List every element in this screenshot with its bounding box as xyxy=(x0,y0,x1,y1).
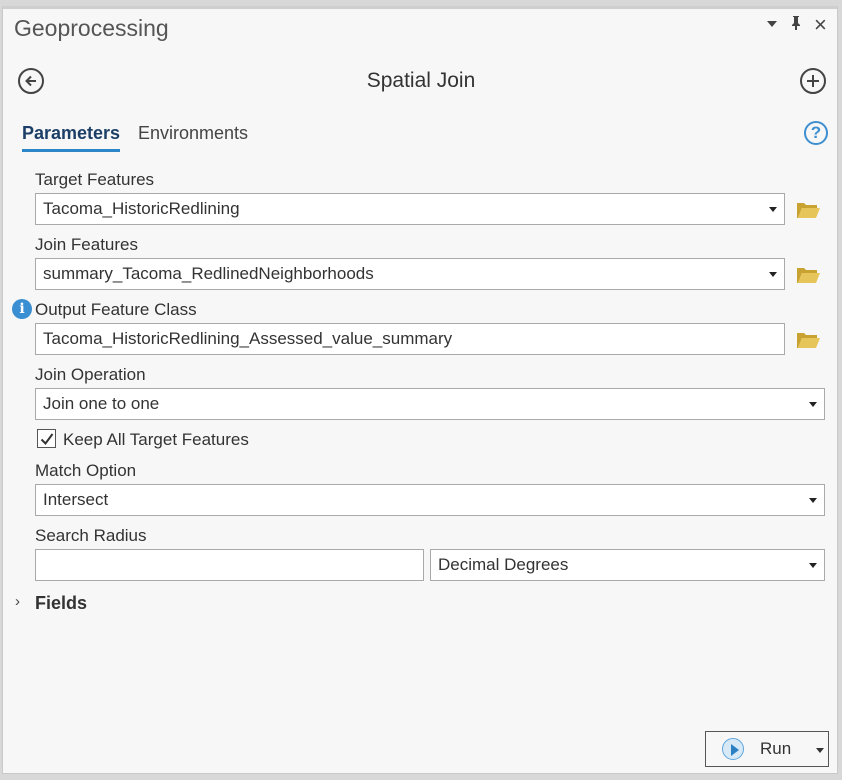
keep-all-target-features-checkbox[interactable] xyxy=(37,429,56,448)
search-radius-input[interactable] xyxy=(35,549,424,581)
folder-icon[interactable] xyxy=(796,200,821,220)
chevron-right-icon[interactable]: › xyxy=(15,593,20,610)
pane-title: Geoprocessing xyxy=(14,15,169,41)
join-operation-select[interactable]: Join one to one xyxy=(35,388,825,420)
join-features-label: Join Features xyxy=(35,235,138,254)
folder-icon[interactable] xyxy=(796,265,821,285)
close-icon[interactable]: × xyxy=(814,12,827,38)
match-option-label: Match Option xyxy=(35,461,137,480)
output-feature-class-value: Tacoma_HistoricRedlining_Assessed_value_… xyxy=(43,329,453,348)
pin-icon[interactable] xyxy=(790,15,802,35)
target-features-label: Target Features xyxy=(35,170,155,189)
search-radius-label: Search Radius xyxy=(35,526,147,545)
target-features-select[interactable]: Tacoma_HistoricRedlining xyxy=(35,193,785,225)
add-icon[interactable] xyxy=(800,68,826,94)
target-features-value: Tacoma_HistoricRedlining xyxy=(43,199,240,218)
join-operation-label: Join Operation xyxy=(35,365,146,384)
run-icon xyxy=(722,738,744,760)
search-radius-unit-value: Decimal Degrees xyxy=(438,555,569,574)
info-icon[interactable]: i xyxy=(12,299,32,319)
join-features-value: summary_Tacoma_RedlinedNeighborhoods xyxy=(43,264,374,283)
match-option-value: Intersect xyxy=(43,490,109,509)
run-dropdown-icon[interactable] xyxy=(816,748,824,753)
checkmark-icon xyxy=(40,433,54,446)
chevron-down-icon xyxy=(769,272,777,277)
keep-all-target-features-label: Keep All Target Features xyxy=(63,430,249,449)
pane-menu-icon[interactable] xyxy=(767,21,777,27)
tab-environments[interactable]: Environments xyxy=(138,123,248,144)
tab-parameters[interactable]: Parameters xyxy=(22,123,121,152)
chevron-down-icon xyxy=(809,402,817,407)
run-button[interactable]: Run xyxy=(705,731,829,767)
join-operation-value: Join one to one xyxy=(43,394,160,413)
run-label: Run xyxy=(760,739,792,758)
join-features-select[interactable]: summary_Tacoma_RedlinedNeighborhoods xyxy=(35,258,785,290)
chevron-down-icon xyxy=(809,498,817,503)
help-icon[interactable]: ? xyxy=(804,121,828,145)
fields-section-toggle[interactable]: Fields xyxy=(35,593,87,614)
output-feature-class-input[interactable]: Tacoma_HistoricRedlining_Assessed_value_… xyxy=(35,323,785,355)
search-radius-unit-select[interactable]: Decimal Degrees xyxy=(430,549,825,581)
folder-icon[interactable] xyxy=(796,330,821,350)
chevron-down-icon xyxy=(809,563,817,568)
chevron-down-icon xyxy=(769,207,777,212)
tool-title: Spatial Join xyxy=(366,69,476,92)
geoprocessing-pane: Geoprocessing × Spatial Join Parameters … xyxy=(2,6,838,774)
match-option-select[interactable]: Intersect xyxy=(35,484,825,516)
output-feature-class-label: Output Feature Class xyxy=(35,300,197,319)
